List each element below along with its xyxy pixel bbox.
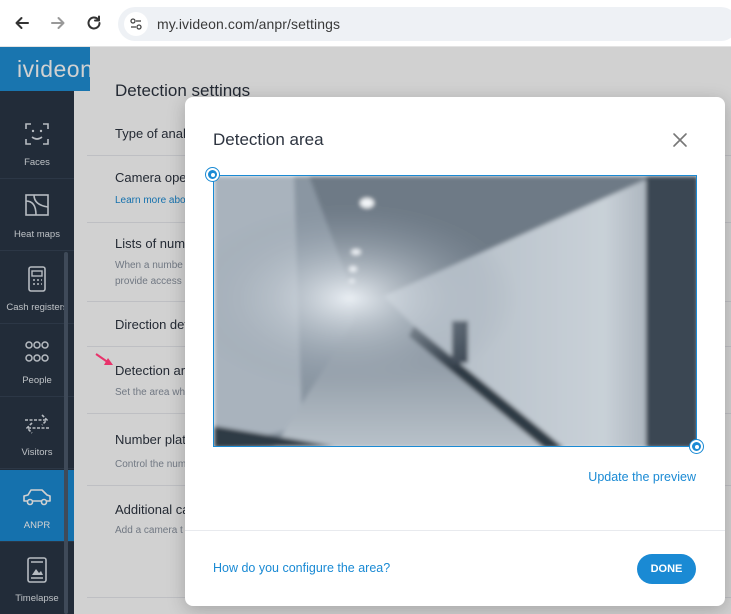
- site-settings-icon[interactable]: [124, 12, 148, 36]
- done-button[interactable]: DONE: [637, 554, 696, 584]
- modal-divider: [185, 530, 725, 531]
- area-handle-bottom-right[interactable]: [690, 440, 703, 453]
- modal-title: Detection area: [213, 130, 324, 149]
- detection-area-modal: Detection area Update the preview How do…: [185, 97, 725, 606]
- update-preview-link[interactable]: Update the preview: [588, 470, 696, 484]
- area-handle-top-left[interactable]: [206, 168, 219, 181]
- back-arrow-icon[interactable]: [10, 11, 34, 35]
- browser-toolbar: my.ivideon.com/anpr/settings: [0, 0, 731, 47]
- modal-backdrop-sidebar: [0, 47, 74, 614]
- close-icon[interactable]: [671, 131, 689, 149]
- corridor-preview-image: [214, 176, 696, 446]
- address-bar[interactable]: my.ivideon.com/anpr/settings: [118, 7, 731, 41]
- annotation-arrow-icon: [95, 353, 113, 365]
- reload-icon[interactable]: [82, 11, 106, 35]
- url-text: my.ivideon.com/anpr/settings: [157, 16, 341, 32]
- howto-configure-link[interactable]: How do you configure the area?: [213, 561, 390, 575]
- camera-preview[interactable]: [213, 175, 697, 447]
- forward-arrow-icon[interactable]: [46, 11, 70, 35]
